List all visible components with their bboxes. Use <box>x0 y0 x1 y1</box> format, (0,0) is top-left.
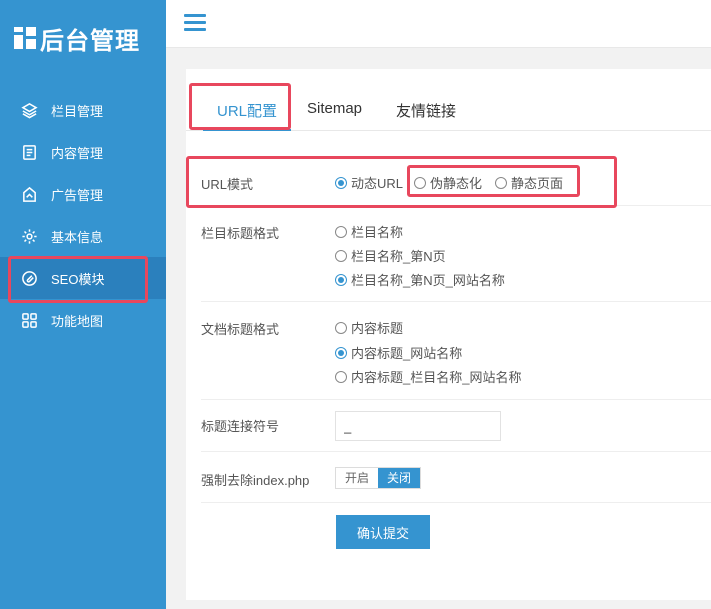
logo-icon <box>14 27 36 49</box>
url-mode-option-static[interactable]: 静态页面 <box>495 173 563 192</box>
sidebar-nav: 栏目管理 内容管理 广告管理 基本信息 SEO模块 功能地图 <box>0 89 166 341</box>
paperclip-icon <box>20 269 38 287</box>
option-label: 栏目名称_第N页_网站名称 <box>351 273 505 288</box>
option-label: 伪静态化 <box>430 176 483 191</box>
option-label: 栏目名称_第N页 <box>351 249 446 264</box>
radio-checked-icon <box>335 346 347 359</box>
radio-unchecked-icon <box>335 249 347 262</box>
tab-friend-links[interactable]: 友情链接 <box>396 97 456 131</box>
force-remove-index-toggle[interactable]: 开启 关闭 <box>335 467 422 489</box>
sidebar-item-content[interactable]: 内容管理 <box>0 131 166 173</box>
tab-bar: URL配置 Sitemap 友情链接 <box>186 69 711 131</box>
radio-unchecked-icon <box>335 321 347 334</box>
radio-unchecked-icon <box>414 176 426 189</box>
app-logo: 后台管理 <box>14 22 140 55</box>
doc-title-option-1[interactable]: 内容标题 <box>335 318 403 337</box>
url-mode-option-dynamic[interactable]: 动态URL <box>335 173 403 192</box>
doc-title-option-3[interactable]: 内容标题_栏目名称_网站名称 <box>335 367 521 386</box>
toggle-off-option[interactable]: 关闭 <box>378 468 421 488</box>
option-label: 静态页面 <box>511 176 564 191</box>
sidebar-item-label: 功能地图 <box>51 313 104 329</box>
separator-label: 标题连接符号 <box>201 419 280 434</box>
menu-icon[interactable] <box>184 14 206 32</box>
layers-icon <box>20 101 38 119</box>
column-title-format-row: 栏目标题格式 栏目名称 栏目名称_第N页 栏目名称_第N页_网站名称 <box>201 206 711 302</box>
doc-title-option-2[interactable]: 内容标题_网站名称 <box>335 343 462 362</box>
document-icon <box>20 143 38 161</box>
option-label: 栏目名称 <box>351 225 404 240</box>
column-title-option-3[interactable]: 栏目名称_第N页_网站名称 <box>335 270 505 289</box>
column-title-format-label: 栏目标题格式 <box>201 226 280 241</box>
separator-row: 标题连接符号 <box>201 400 711 452</box>
radio-unchecked-icon <box>335 370 347 383</box>
sidebar-item-ads[interactable]: 广告管理 <box>0 173 166 215</box>
url-mode-label: URL模式 <box>201 177 254 192</box>
radio-checked-icon <box>335 273 347 286</box>
sidebar-item-label: 广告管理 <box>51 187 104 203</box>
option-label: 动态URL <box>351 176 404 191</box>
sidebar: 后台管理 栏目管理 内容管理 广告管理 基本信息 SEO模块 功能地图 <box>0 0 166 609</box>
sidebar-item-label: 内容管理 <box>51 145 104 161</box>
radio-checked-icon <box>335 176 347 189</box>
main-panel: URL配置 Sitemap 友情链接 URL模式 动态URL 伪静态化 静态页面… <box>186 69 711 600</box>
sidebar-item-label: SEO模块 <box>51 271 105 287</box>
radio-unchecked-icon <box>335 225 347 238</box>
column-title-option-2[interactable]: 栏目名称_第N页 <box>335 246 446 265</box>
sidebar-item-basic-info[interactable]: 基本信息 <box>0 215 166 257</box>
sidebar-item-function-map[interactable]: 功能地图 <box>0 299 166 341</box>
sidebar-item-columns[interactable]: 栏目管理 <box>0 89 166 131</box>
doc-title-format-row: 文档标题格式 内容标题 内容标题_网站名称 内容标题_栏目名称_网站名称 <box>201 302 711 400</box>
tab-sitemap[interactable]: Sitemap <box>307 97 362 131</box>
toggle-on-option[interactable]: 开启 <box>336 468 379 488</box>
option-label: 内容标题_栏目名称_网站名称 <box>351 370 522 385</box>
column-title-option-1[interactable]: 栏目名称 <box>335 222 403 241</box>
submit-button[interactable]: 确认提交 <box>336 515 430 549</box>
app-title: 后台管理 <box>40 26 140 55</box>
ad-icon <box>20 185 38 203</box>
sidebar-item-seo[interactable]: SEO模块 <box>0 257 166 299</box>
sidebar-item-label: 基本信息 <box>51 229 104 245</box>
separator-input[interactable] <box>335 411 501 441</box>
gear-icon <box>20 227 38 245</box>
top-bar <box>166 0 711 48</box>
force-remove-index-label: 强制去除index.php <box>201 473 310 488</box>
url-mode-row: URL模式 动态URL 伪静态化 静态页面 <box>201 158 711 206</box>
option-label: 内容标题_网站名称 <box>351 346 463 361</box>
grid-icon <box>20 311 38 329</box>
option-label: 内容标题 <box>351 321 404 336</box>
radio-unchecked-icon <box>495 176 507 189</box>
force-remove-index-row: 强制去除index.php 开启 关闭 <box>201 452 711 503</box>
tab-url-config[interactable]: URL配置 <box>203 97 291 131</box>
doc-title-format-label: 文档标题格式 <box>201 322 280 337</box>
sidebar-item-label: 栏目管理 <box>51 103 104 119</box>
url-mode-option-pseudo-static[interactable]: 伪静态化 <box>414 173 482 192</box>
